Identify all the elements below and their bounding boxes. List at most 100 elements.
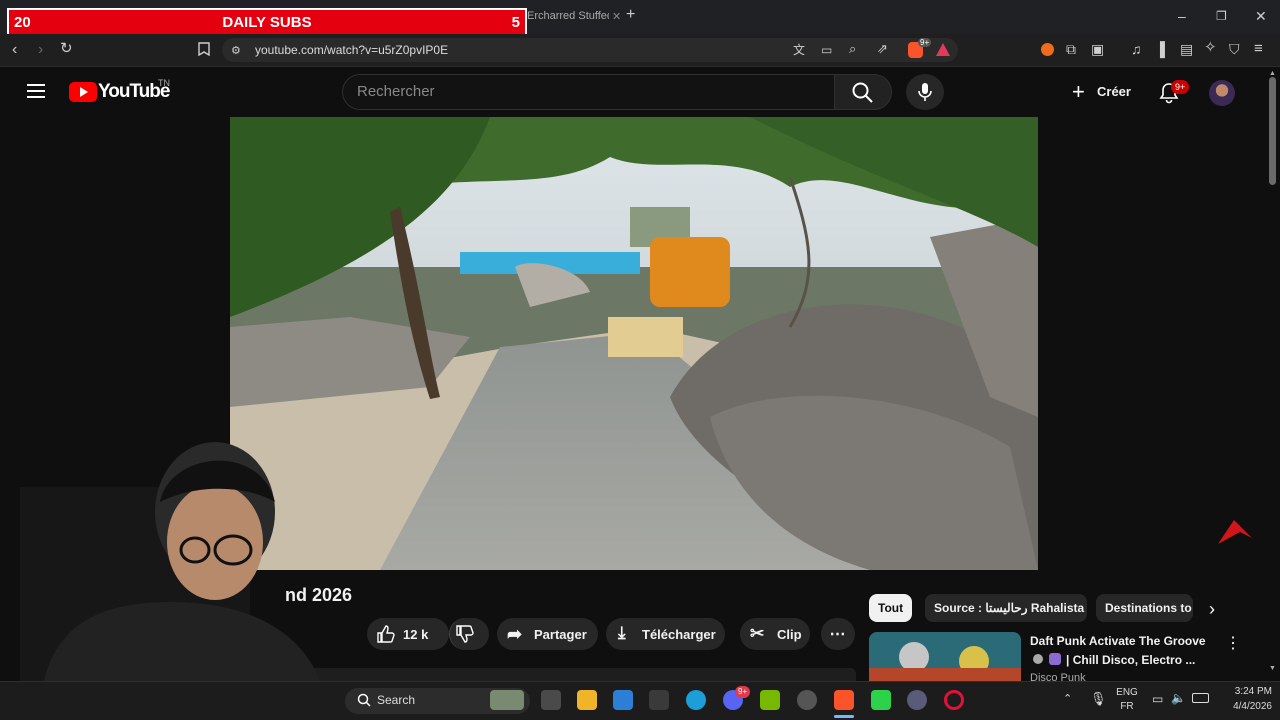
daily-subs-overlay: 20 DAILY SUBS 5 (7, 8, 527, 36)
edge-browser-icon[interactable] (686, 690, 706, 710)
recommended-emoji-robot-icon (1049, 653, 1061, 665)
brave-taskbar-icon[interactable] (834, 690, 854, 710)
more-actions-icon[interactable]: ⋯ (821, 618, 855, 650)
reload-icon[interactable]: ↻ (60, 41, 73, 57)
browser-tab-title[interactable]: Ercharred Stuffed P (527, 10, 609, 22)
chip-source[interactable]: Source : رحاليستا Rahalista (925, 594, 1087, 622)
share-button[interactable]: ➦ Partager (497, 618, 598, 650)
stream-overlay-arrow-icon (1216, 516, 1254, 551)
battery-icon[interactable] (1192, 693, 1209, 703)
tray-mic-icon[interactable]: 🎙 (1090, 691, 1107, 707)
clip-button[interactable]: ✂ Clip (740, 618, 810, 650)
language-top[interactable]: ENG (1116, 687, 1138, 698)
taskbar-search-icon (357, 693, 371, 712)
volume-icon[interactable]: 🔈 (1171, 691, 1186, 705)
taskbar-search-highlight-icon (490, 690, 524, 710)
download-label: Télécharger (642, 627, 716, 642)
description-box[interactable] (290, 668, 856, 681)
windows-taskbar (0, 681, 1280, 720)
extensions-icon[interactable]: ⧉ (1066, 41, 1076, 57)
chips-fade (1196, 594, 1236, 624)
thumbs-down-icon (456, 625, 474, 646)
extension-orange-icon[interactable] (1041, 43, 1054, 56)
app-cube-icon[interactable] (649, 690, 669, 710)
chips-next-icon[interactable]: › (1209, 599, 1215, 620)
scrollbar-thumb[interactable] (1269, 77, 1276, 185)
recommended-more-icon[interactable]: ⋮ (1225, 633, 1241, 653)
share-page-icon[interactable]: ⇗ (877, 41, 888, 57)
leo-ai-icon[interactable]: ✧ (1204, 40, 1217, 56)
network-icon[interactable]: ▭ (1152, 692, 1163, 706)
language-bottom[interactable]: FR (1116, 701, 1138, 712)
cast-icon[interactable]: ▭ (821, 42, 832, 58)
recommended-title-line1[interactable]: Daft Punk Activate The Groove (1030, 634, 1206, 648)
thumbnail-band (869, 668, 1021, 681)
streaming-app-icon[interactable] (871, 690, 891, 710)
site-info-icon[interactable]: ⚙ (231, 43, 241, 59)
search-icon[interactable] (852, 82, 873, 108)
page-scrollbar[interactable]: ▲ ▼ (1266, 67, 1280, 681)
clock-time[interactable]: 3:24 PM (1212, 686, 1272, 697)
download-icon: ⤓ (618, 623, 626, 642)
hamburger-menu-icon[interactable] (27, 83, 45, 104)
webcam-overlay (0, 432, 345, 720)
nvidia-icon[interactable] (760, 690, 780, 710)
scroll-down-icon[interactable]: ▼ (1269, 665, 1276, 672)
webcam-person-image (20, 442, 330, 720)
recommended-thumbnail[interactable] (869, 632, 1021, 681)
extension-box-icon[interactable]: ▣ (1091, 41, 1104, 57)
tray-overflow-icon[interactable]: ⌃ (1063, 692, 1072, 705)
chip-destinations[interactable]: Destinations to (1096, 594, 1193, 622)
notification-count-badge: 9+ (1171, 80, 1190, 94)
video-player[interactable] (230, 117, 1038, 570)
create-button[interactable]: Créer (1097, 84, 1131, 99)
shields-count-badge: 9+ (918, 38, 932, 47)
microphone-icon[interactable] (918, 82, 932, 107)
bookmark-icon[interactable] (198, 42, 210, 59)
new-tab-button[interactable]: + (626, 7, 635, 23)
like-button[interactable]: 12 k (367, 618, 449, 650)
back-icon[interactable]: ‹ (12, 42, 17, 58)
region-code: TN (158, 78, 170, 88)
subs-label: DAILY SUBS (222, 13, 312, 31)
app-circle-icon[interactable] (907, 690, 927, 710)
discord-badge: 9+ (735, 686, 751, 698)
vpn-icon[interactable]: ⛉ (1229, 41, 1240, 57)
close-window-icon[interactable]: ✕ (1255, 8, 1267, 24)
translate-icon[interactable]: 文 (793, 42, 805, 58)
dislike-button[interactable] (449, 618, 489, 650)
download-button[interactable]: ⤓ Télécharger (606, 618, 725, 650)
close-tab-icon[interactable]: ✕ (612, 9, 621, 25)
share-label: Partager (534, 627, 587, 642)
like-count: 12 k (403, 627, 429, 642)
forward-icon[interactable]: › (38, 42, 43, 58)
microsoft-store-icon[interactable] (613, 690, 633, 710)
wallet-icon[interactable]: ▤ (1180, 41, 1193, 57)
minimize-window-icon[interactable]: – (1178, 8, 1186, 24)
media-music-icon[interactable]: ♫ (1131, 41, 1142, 57)
clip-label: Clip (777, 627, 802, 642)
task-view-icon[interactable] (541, 690, 561, 710)
browser-menu-icon[interactable]: ≡ (1254, 41, 1263, 57)
create-plus-icon[interactable]: + (1072, 81, 1085, 103)
search-placeholder: Rechercher (357, 83, 435, 100)
youtube-logo-icon[interactable] (69, 82, 97, 102)
recommended-channel[interactable]: Disco Punk (1030, 672, 1086, 681)
chip-all[interactable]: Tout (869, 594, 913, 622)
brave-rewards-icon[interactable] (936, 43, 950, 56)
recommended-title-line2[interactable]: | Chill Disco, Electro ... (1066, 653, 1195, 667)
recommended-emoji-ball-icon (1033, 654, 1043, 664)
share-arrow-icon: ➦ (507, 624, 523, 644)
opera-icon[interactable] (944, 690, 964, 710)
thumbs-up-icon (377, 625, 395, 646)
avatar[interactable] (1209, 80, 1235, 106)
taskbar-search-label: Search (377, 693, 416, 707)
file-explorer-icon[interactable] (577, 690, 597, 710)
sidebar-icon[interactable]: ▐ (1155, 41, 1165, 57)
maximize-window-icon[interactable]: ❐ (1216, 8, 1227, 24)
url-text[interactable]: youtube.com/watch?v=u5rZ0pvIP0E (255, 43, 448, 57)
scroll-up-icon[interactable]: ▲ (1269, 70, 1276, 77)
obs-icon[interactable] (797, 690, 817, 710)
zoom-icon[interactable]: ⌕ (849, 41, 856, 57)
clock-date[interactable]: 4/4/2026 (1212, 701, 1272, 712)
